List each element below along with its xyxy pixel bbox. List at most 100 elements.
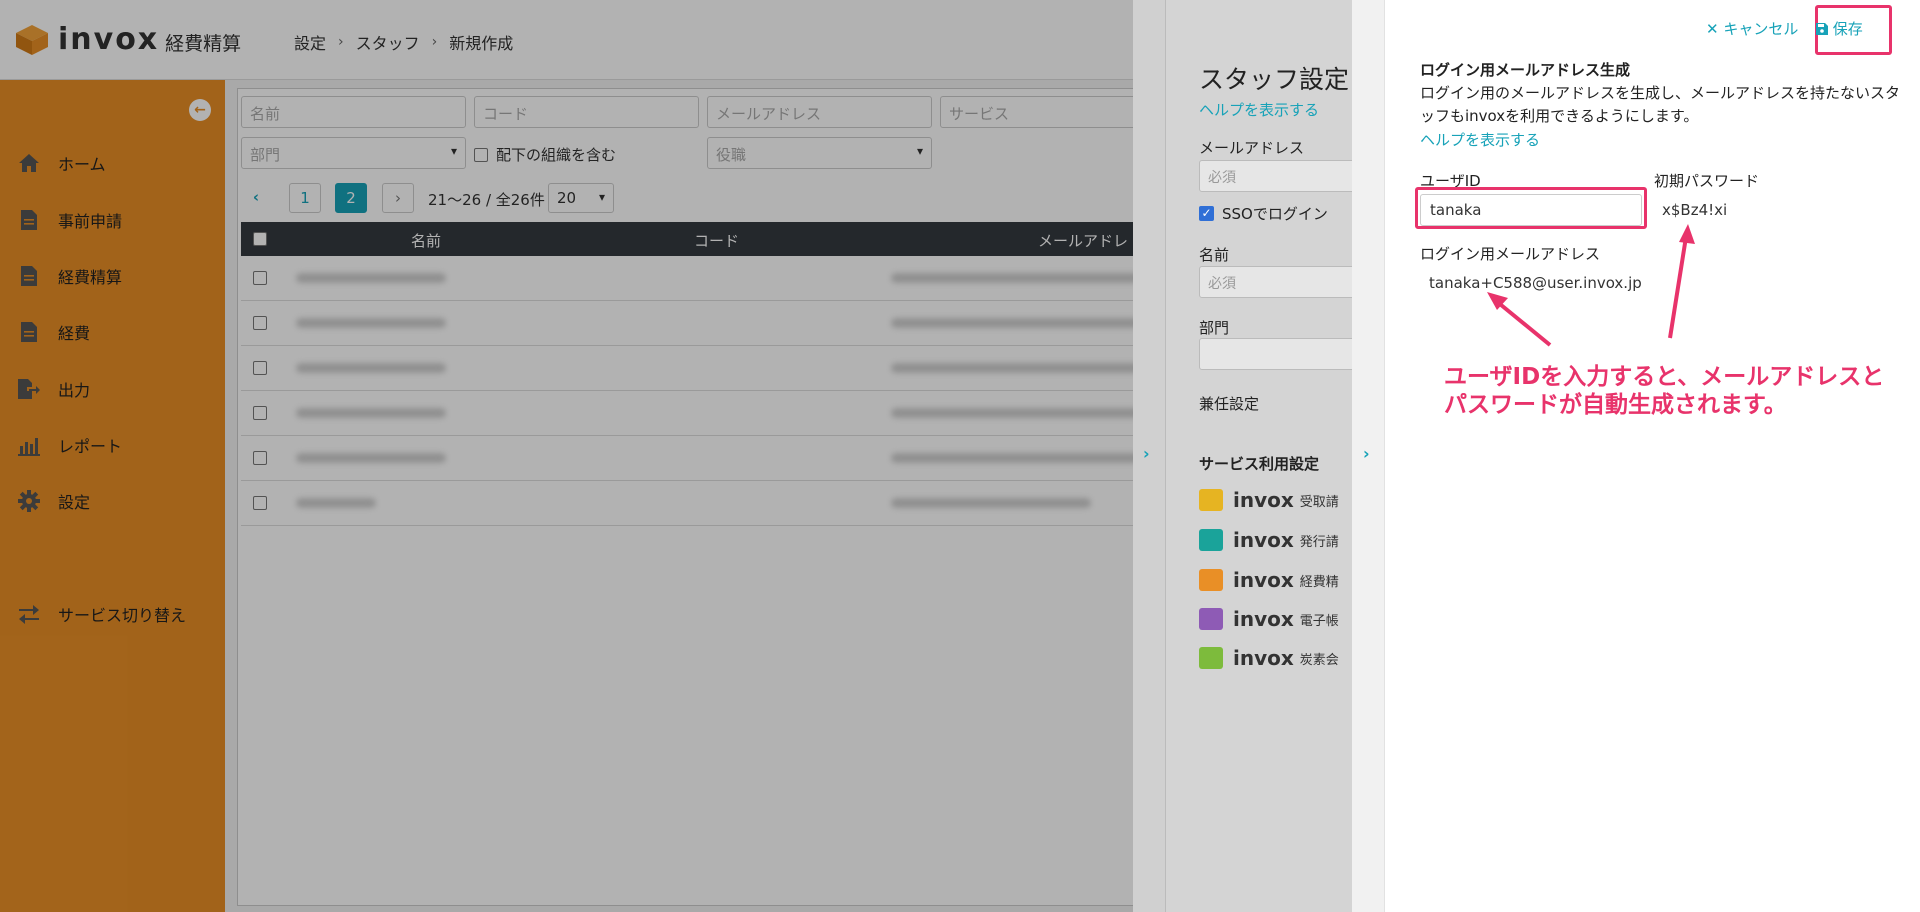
sidebar-item-switch-service[interactable]: サービス切り替え (0, 594, 225, 634)
select-all-checkbox[interactable] (253, 232, 267, 246)
breadcrumb-item-staff[interactable]: スタッフ (356, 30, 420, 54)
help-link[interactable]: ヘルプを表示する (1199, 99, 1319, 120)
redacted-text (296, 453, 446, 463)
filter-department-placeholder: 部門 (250, 146, 281, 164)
home-icon (16, 151, 42, 175)
row-checkbox[interactable] (253, 361, 267, 375)
logo-icon (14, 23, 50, 57)
row-checkbox[interactable] (253, 316, 267, 330)
breadcrumb: 設定 › スタッフ › 新規作成 (294, 30, 513, 54)
pagination-range: 21〜26 / 全26件 (428, 191, 545, 209)
include-sub-org-label: 配下の組織を含む (496, 146, 617, 164)
sidebar-item-settings[interactable]: 設定 (0, 481, 225, 521)
redacted-text (891, 273, 1141, 283)
service-item-receive[interactable]: invox 受取請 (1199, 488, 1339, 512)
sidebar-item-label: レポート (58, 437, 123, 456)
chevron-right-icon[interactable]: › (1363, 444, 1370, 463)
sidebar-item-label: 出力 (58, 381, 91, 400)
concurrent-settings-label: 兼任設定 (1199, 395, 1260, 413)
arrow-head-icon (1679, 224, 1695, 244)
document-icon (16, 208, 42, 232)
service-item-issue[interactable]: invox 発行請 (1199, 528, 1339, 552)
per-page-select[interactable]: 20 (548, 183, 614, 213)
sidebar-item-expenses[interactable]: 経費 (0, 312, 225, 352)
arrow-left-icon: ← (194, 102, 206, 118)
redacted-text (891, 408, 1141, 418)
service-subname: 電子帳 (1299, 613, 1339, 629)
include-sub-org-option[interactable]: 配下の組織を含む (474, 144, 616, 165)
annotation-text: ユーザIDを入力すると、メールアドレスと パスワードが自動生成されます。 (1444, 363, 1884, 419)
sidebar: ← ホーム 事前申請 経費精算 経費 出力 レポート 設定 サービス切り替え (0, 80, 225, 912)
chevron-right-icon[interactable]: › (1143, 444, 1150, 463)
department-label: 部門 (1199, 319, 1230, 337)
sidebar-item-export[interactable]: 出力 (0, 369, 225, 409)
redacted-text (891, 318, 1141, 328)
pager-prev-button[interactable]: ‹ (241, 183, 271, 213)
filter-department-select[interactable]: 部門 (241, 137, 466, 169)
email-label: メールアドレス (1199, 139, 1305, 157)
drawer-collapse-strip[interactable]: › (1133, 0, 1166, 912)
sidebar-item-label: サービス切り替え (58, 606, 187, 625)
filter-code-input[interactable]: コード (474, 96, 699, 128)
service-item-carbon[interactable]: invox 炭素会 (1199, 646, 1339, 670)
service-settings-heading: サービス利用設定 (1199, 455, 1320, 473)
column-header-code[interactable]: コード (694, 230, 739, 251)
service-name: invox (1233, 488, 1294, 512)
name-label: 名前 (1199, 246, 1230, 264)
redacted-text (891, 363, 1141, 373)
row-checkbox[interactable] (253, 451, 267, 465)
service-subname: 炭素会 (1299, 652, 1339, 668)
document-icon (16, 264, 42, 288)
row-checkbox[interactable] (253, 271, 267, 285)
collapse-sidebar-button[interactable]: ← (189, 99, 211, 121)
row-checkbox[interactable] (253, 406, 267, 420)
sidebar-item-reports[interactable]: レポート (0, 425, 225, 465)
breadcrumb-item-settings[interactable]: 設定 (294, 30, 326, 54)
filter-email-input[interactable]: メールアドレス (707, 96, 932, 128)
pager-page-2[interactable]: 2 (335, 183, 367, 213)
column-header-email[interactable]: メールアドレ (1038, 230, 1128, 251)
sidebar-item-expense-settlement[interactable]: 経費精算 (0, 256, 225, 296)
service-name: invox (1233, 646, 1294, 670)
chevron-right-icon: › (338, 34, 344, 50)
sidebar-item-home[interactable]: ホーム (0, 143, 225, 183)
service-name: invox (1233, 568, 1294, 592)
invox-logo-icon (1199, 529, 1223, 551)
page-title: スタッフ設定 (1199, 65, 1350, 94)
service-item-expense[interactable]: invox 経費精 (1199, 568, 1339, 592)
invox-logo-icon (1199, 647, 1223, 669)
service-subname: 受取請 (1299, 494, 1339, 510)
filter-service-input[interactable]: サービス (940, 96, 1140, 128)
pager-page-1[interactable]: 1 (289, 183, 321, 213)
sidebar-item-label: 経費 (58, 324, 91, 343)
per-page-value: 20 (557, 189, 577, 207)
service-subname: 経費精 (1299, 574, 1339, 590)
sidebar-item-label: ホーム (58, 155, 106, 174)
annotation-line-2: パスワードが自動生成されます。 (1444, 392, 1787, 418)
invox-logo-icon (1199, 569, 1223, 591)
logo-subtitle: 経費精算 (165, 33, 242, 55)
invox-logo-icon (1199, 608, 1223, 630)
sidebar-item-pre-application[interactable]: 事前申請 (0, 200, 225, 240)
sso-label: SSOでログイン (1222, 205, 1328, 223)
include-sub-org-checkbox[interactable] (474, 147, 488, 162)
sidebar-item-label: 設定 (58, 493, 91, 512)
row-checkbox[interactable] (253, 496, 267, 510)
annotation-arrows (1487, 224, 1695, 347)
redacted-text (296, 318, 446, 328)
sso-checkbox[interactable]: ✓ (1199, 206, 1214, 221)
export-icon (16, 377, 42, 401)
sidebar-item-label: 経費精算 (58, 268, 123, 287)
redacted-text (296, 273, 446, 283)
sso-login-option[interactable]: ✓ SSOでログイン (1199, 203, 1328, 224)
filter-role-placeholder: 役職 (716, 146, 747, 164)
annotation-line-1: ユーザIDを入力すると、メールアドレスと (1444, 364, 1885, 390)
filter-role-select[interactable]: 役職 (707, 137, 932, 169)
login-email-drawer: › ✕ キャンセル 保存 ログイン用メールアドレス生成 ログイン用のメールアドレ… (1352, 0, 1920, 912)
filter-name-input[interactable]: 名前 (241, 96, 466, 128)
pager-next-button[interactable]: › (382, 183, 414, 213)
service-item-ledger[interactable]: invox 電子帳 (1199, 607, 1339, 631)
column-header-name[interactable]: 名前 (411, 230, 441, 251)
redacted-text (296, 498, 376, 508)
logo[interactable]: invox 経費精算 (14, 22, 241, 57)
